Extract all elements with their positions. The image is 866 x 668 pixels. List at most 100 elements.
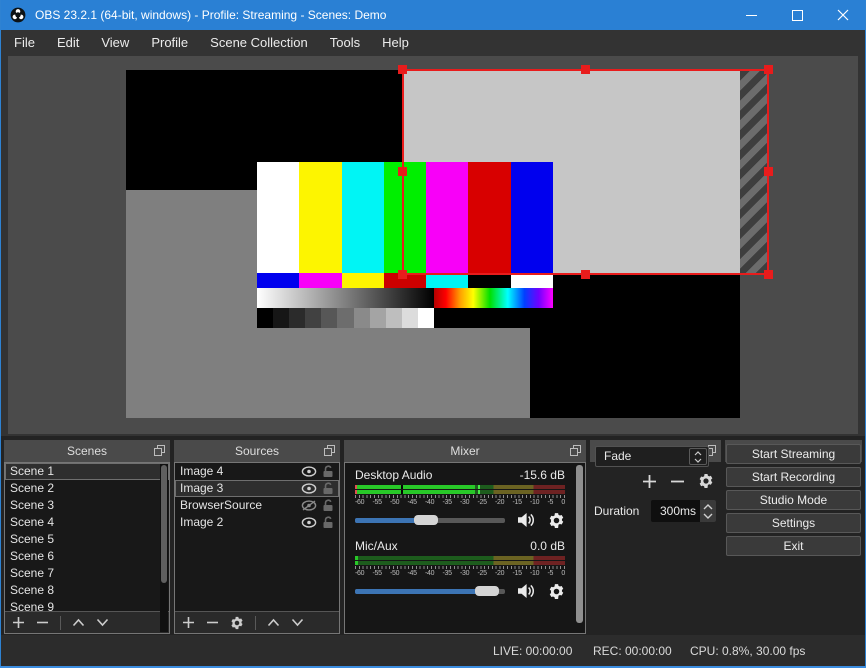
source-list-item[interactable]: Image 2 bbox=[175, 514, 339, 531]
source-list-item[interactable]: Image 4 bbox=[175, 463, 339, 480]
scene-list-item[interactable]: Scene 6 bbox=[5, 548, 169, 565]
resize-handle-top-left[interactable] bbox=[398, 65, 407, 74]
cpu-fps: CPU: 0.8%, 30.00 fps bbox=[690, 644, 806, 658]
transition-select[interactable]: Fade bbox=[595, 446, 709, 467]
sources-panel: Sources Image 4 Image 3 BrowserSource Im… bbox=[174, 440, 340, 634]
scenes-list[interactable]: Scene 1 Scene 2 Scene 3 Scene 4 Scene 5 Scene… bbox=[5, 463, 169, 611]
scenes-toolbar bbox=[5, 611, 169, 633]
color-bar bbox=[341, 162, 384, 273]
controls-panel: Controls Start StreamingStart RecordingS… bbox=[725, 440, 862, 634]
resize-handle-bottom-center[interactable] bbox=[580, 270, 590, 279]
speaker-icon[interactable] bbox=[517, 512, 536, 528]
resize-handle-mid-left[interactable] bbox=[398, 167, 407, 176]
ruler-label: 0 bbox=[561, 499, 565, 506]
ruler-label: -30 bbox=[460, 499, 470, 506]
sources-panel-header[interactable]: Sources bbox=[174, 440, 340, 462]
lock-open-icon[interactable] bbox=[322, 516, 334, 529]
scene-list-item[interactable]: Scene 3 bbox=[5, 497, 169, 514]
maximize-button[interactable] bbox=[774, 0, 820, 30]
ruler-label: -35 bbox=[442, 570, 453, 577]
source-list-item[interactable]: Image 3 bbox=[175, 480, 339, 497]
obs-logo-icon bbox=[10, 7, 26, 23]
popout-icon[interactable] bbox=[154, 445, 165, 456]
source-down-button[interactable] bbox=[291, 618, 304, 627]
menu-item[interactable]: Profile bbox=[140, 30, 199, 55]
scenes-scrollbar-thumb[interactable] bbox=[161, 465, 167, 583]
menu-item[interactable]: View bbox=[90, 30, 140, 55]
channel-settings-gear-icon[interactable] bbox=[548, 512, 565, 529]
scene-list-item[interactable]: Scene 8 bbox=[5, 582, 169, 599]
scene-list-item[interactable]: Scene 2 bbox=[5, 480, 169, 497]
control-button[interactable]: Settings bbox=[726, 513, 861, 533]
add-transition-button[interactable] bbox=[642, 474, 657, 489]
volume-slider-handle[interactable] bbox=[475, 586, 499, 596]
scenes-scrollbar[interactable] bbox=[160, 464, 168, 632]
resize-handle-top-right[interactable] bbox=[764, 65, 773, 74]
gray-step bbox=[353, 308, 370, 328]
ruler-label: -35 bbox=[442, 499, 453, 506]
scene-list-item[interactable]: Scene 5 bbox=[5, 531, 169, 548]
visibility-eye-icon[interactable] bbox=[301, 466, 317, 477]
visibility-eye-icon[interactable] bbox=[301, 483, 317, 494]
menu-item[interactable]: File bbox=[3, 30, 46, 55]
remove-transition-button[interactable] bbox=[670, 474, 685, 489]
ruler-label: -25 bbox=[477, 499, 488, 506]
popout-icon[interactable] bbox=[570, 445, 581, 456]
combo-spinner[interactable] bbox=[689, 448, 707, 465]
visibility-eye-hidden-icon[interactable] bbox=[301, 500, 317, 511]
add-source-button[interactable] bbox=[182, 616, 195, 629]
minimize-button[interactable] bbox=[728, 0, 774, 30]
menu-item[interactable]: Scene Collection bbox=[199, 30, 319, 55]
remove-scene-button[interactable] bbox=[36, 616, 49, 629]
speaker-icon[interactable] bbox=[517, 583, 536, 599]
scene-list-item[interactable]: Scene 9 bbox=[5, 599, 169, 611]
control-button[interactable]: Exit bbox=[726, 536, 861, 556]
mixer-scrollbar-thumb[interactable] bbox=[576, 465, 583, 623]
add-scene-button[interactable] bbox=[12, 616, 25, 629]
volume-slider-handle[interactable] bbox=[413, 515, 438, 525]
rec-time: REC: 00:00:00 bbox=[593, 644, 672, 658]
scenes-panel-header[interactable]: Scenes bbox=[4, 440, 170, 462]
close-button[interactable] bbox=[820, 0, 866, 30]
channel-settings-gear-icon[interactable] bbox=[548, 583, 565, 600]
toolbar-separator bbox=[60, 615, 61, 630]
scene-list-item[interactable]: Scene 1 bbox=[5, 463, 169, 480]
popout-icon[interactable] bbox=[324, 445, 335, 456]
transition-properties-gear-icon[interactable] bbox=[698, 473, 714, 489]
resize-handle-bottom-right[interactable] bbox=[764, 270, 773, 279]
duration-spinner[interactable] bbox=[700, 500, 716, 522]
lock-open-icon[interactable] bbox=[322, 482, 334, 495]
resize-handle-bottom-left[interactable] bbox=[398, 270, 407, 279]
mixer-scrollbar[interactable] bbox=[575, 464, 583, 632]
rainbow-ramp bbox=[434, 288, 553, 308]
control-button[interactable]: Start Recording bbox=[726, 467, 861, 487]
preview-area[interactable] bbox=[8, 56, 858, 434]
ruler-label: -40 bbox=[425, 570, 435, 577]
control-button[interactable]: Studio Mode bbox=[726, 490, 861, 510]
lock-open-icon[interactable] bbox=[322, 465, 334, 478]
source-list-item[interactable]: BrowserSource bbox=[175, 497, 339, 514]
menu-item[interactable]: Tools bbox=[319, 30, 371, 55]
scene-up-button[interactable] bbox=[72, 618, 85, 627]
scene-list-item[interactable]: Scene 7 bbox=[5, 565, 169, 582]
ruler-label: -60 bbox=[355, 499, 365, 506]
source-up-button[interactable] bbox=[267, 618, 280, 627]
menu-item[interactable]: Edit bbox=[46, 30, 90, 55]
selection-bounding-box[interactable] bbox=[398, 65, 773, 279]
scene-list-item[interactable]: Scene 4 bbox=[5, 514, 169, 531]
sources-list[interactable]: Image 4 Image 3 BrowserSource Image 2 bbox=[175, 463, 339, 611]
volume-slider[interactable] bbox=[355, 586, 505, 596]
scene-down-button[interactable] bbox=[96, 618, 109, 627]
volume-slider[interactable] bbox=[355, 515, 505, 525]
lock-open-icon[interactable] bbox=[322, 499, 334, 512]
resize-handle-mid-right[interactable] bbox=[764, 167, 773, 176]
remove-source-button[interactable] bbox=[206, 616, 219, 629]
menu-item[interactable]: Help bbox=[371, 30, 420, 55]
volume-meter: -60 -55 -50 -45 -40 -35 -30 -25 -20 -15 -10 -5 0 bbox=[355, 485, 565, 506]
resize-handle-top-center[interactable] bbox=[580, 65, 590, 74]
control-button[interactable]: Start Streaming bbox=[726, 444, 861, 464]
source-properties-gear-icon[interactable] bbox=[230, 616, 244, 630]
mixer-panel-header[interactable]: Mixer bbox=[344, 440, 586, 462]
duration-spinbox[interactable]: 300ms bbox=[651, 500, 716, 522]
visibility-eye-icon[interactable] bbox=[301, 517, 317, 528]
